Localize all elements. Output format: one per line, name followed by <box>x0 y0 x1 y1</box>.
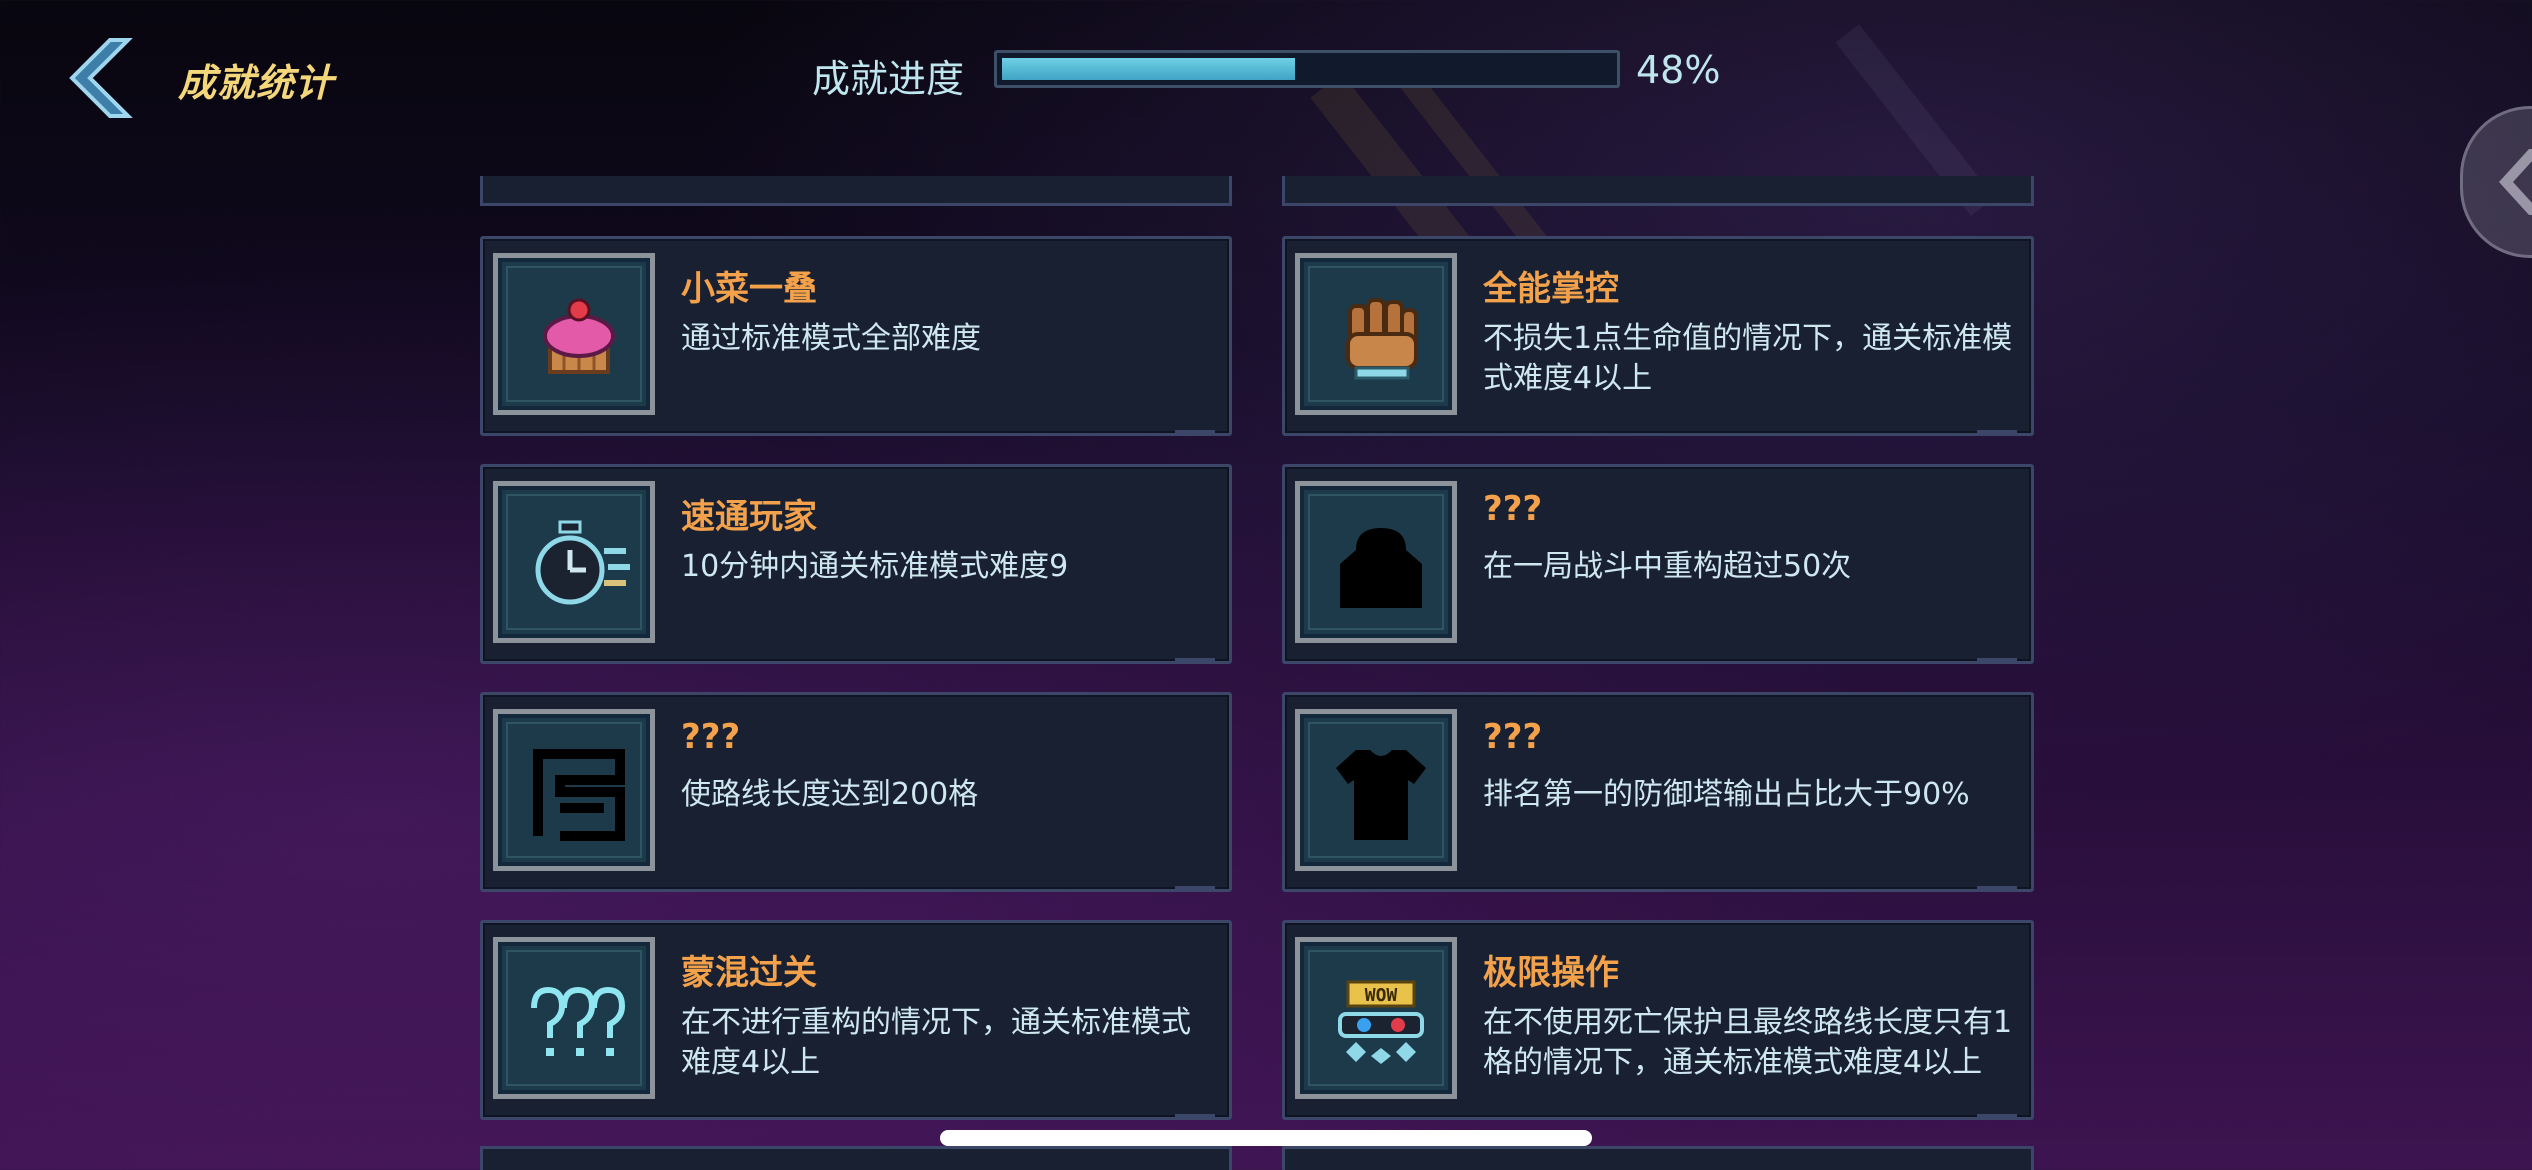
achievement-card[interactable]: WOW 极限操作 在不使用死亡保护且最终路线长度只有1格的情况下，通关标准模式难… <box>1282 920 2034 1120</box>
achievement-card[interactable]: ??? 排名第一的防御塔输出占比大于90% <box>1282 692 2034 892</box>
achievement-card[interactable]: 蒙混过关 在不进行重构的情况下，通关标准模式难度4以上 <box>480 920 1232 1120</box>
locked-silhouette-icon <box>1340 528 1422 608</box>
achievement-title: 全能掌控 <box>1483 269 1619 309</box>
achievement-title: ??? <box>1483 489 1543 529</box>
achievement-desc: 排名第一的防御塔输出占比大于90% <box>1483 777 1970 812</box>
achievement-icon-frame <box>493 937 655 1099</box>
achievement-desc: 10分钟内通关标准模式难度9 <box>681 549 1069 584</box>
home-indicator[interactable] <box>940 1130 1592 1146</box>
achievement-icon-frame <box>493 481 655 643</box>
achievement-icon-frame <box>1295 481 1457 643</box>
achievement-desc: 使路线长度达到200格 <box>681 777 979 812</box>
chevron-left-icon <box>69 38 133 118</box>
achievement-card[interactable]: ??? 使路线长度达到200格 <box>480 692 1232 892</box>
achievement-desc: 不损失1点生命值的情况下，通关标准模式难度4以上 <box>1483 321 2013 396</box>
achievement-icon-frame <box>493 253 655 415</box>
achievement-card-partial <box>1282 1146 2034 1170</box>
achievement-card[interactable]: ??? 在一局战斗中重构超过50次 <box>1282 464 2034 664</box>
progress-value: 48% <box>1636 48 1721 92</box>
achievement-card[interactable]: 小菜一叠 通过标准模式全部难度 <box>480 236 1232 436</box>
achievement-icon-frame <box>1295 709 1457 871</box>
progress-fill <box>1002 58 1295 80</box>
side-panel-tab[interactable] <box>2460 106 2532 258</box>
progress-bar <box>994 50 1620 88</box>
achievement-card[interactable]: 速通玩家 10分钟内通关标准模式难度9 <box>480 464 1232 664</box>
locked-shirt-icon <box>1336 750 1426 840</box>
achievement-icon-frame <box>1295 253 1457 415</box>
achievement-icon-frame: WOW <box>1295 937 1457 1099</box>
achievement-title: 速通玩家 <box>681 497 817 537</box>
achievement-card-partial <box>480 176 1232 206</box>
stopwatch-icon <box>535 520 630 605</box>
achievement-card-partial <box>480 1146 1232 1170</box>
chevron-left-icon <box>2499 149 2532 215</box>
achievement-title: ??? <box>681 717 741 757</box>
achievement-title: 极限操作 <box>1483 953 1619 993</box>
svg-text:WOW: WOW <box>1365 985 1398 1006</box>
progress-label: 成就进度 <box>812 57 965 101</box>
achievement-desc: 在不进行重构的情况下，通关标准模式难度4以上 <box>681 1005 1191 1080</box>
achievement-desc: 在不使用死亡保护且最终路线长度只有1格的情况下，通关标准模式难度4以上 <box>1483 1005 2013 1080</box>
achievement-desc: 在一局战斗中重构超过50次 <box>1483 549 1852 584</box>
cupcake-icon <box>543 298 615 374</box>
back-button[interactable] <box>58 36 138 120</box>
achievement-icon-frame <box>493 709 655 871</box>
achievement-title: 蒙混过关 <box>681 953 817 993</box>
achievement-card-partial <box>1282 176 2034 206</box>
page-title: 成就统计 <box>178 61 335 105</box>
wow-icon: WOW <box>1338 980 1424 1064</box>
achievement-card[interactable]: 全能掌控 不损失1点生命值的情况下，通关标准模式难度4以上 <box>1282 236 2034 436</box>
fist-icon <box>1346 298 1418 380</box>
achievement-title: 小菜一叠 <box>681 269 817 309</box>
achievement-desc: 通过标准模式全部难度 <box>681 321 981 356</box>
achievement-title: ??? <box>1483 717 1543 757</box>
question-marks-icon <box>531 986 626 1056</box>
locked-path-icon <box>533 749 625 841</box>
